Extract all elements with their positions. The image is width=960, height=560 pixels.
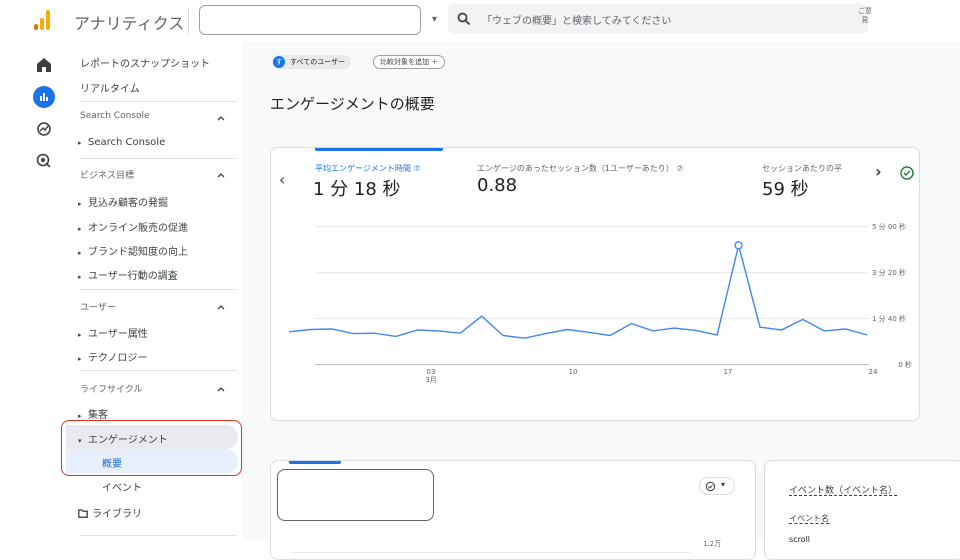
caret-right-icon: ▸ — [78, 331, 82, 339]
nav-library[interactable]: ライブラリ — [78, 505, 142, 520]
title-divider — [188, 8, 189, 34]
feedback-link[interactable]: ご意見 — [858, 7, 872, 25]
nav-user-item-label: テクノロジー — [88, 353, 148, 364]
nav-business-item-label: ブランド認知度の向上 — [88, 247, 188, 258]
folder-icon — [78, 509, 88, 518]
nav-library-label: ライブラリ — [92, 509, 142, 520]
nav-business-item-label: 見込み顧客の発掘 — [88, 198, 168, 209]
card-title-redacted — [277, 469, 434, 521]
home-icon[interactable] — [33, 54, 55, 76]
caret-right-icon: ▸ — [78, 225, 82, 233]
nav-business-item-label: ユーザー行動の調査 — [88, 271, 178, 282]
segment-label: すべてのユーザー — [290, 58, 346, 66]
gridline — [291, 552, 691, 553]
top-bar: アナリティクス ▾ 「ウェブの概要」と検索してみてください ご意見 — [0, 0, 960, 42]
nav-divider — [80, 158, 236, 159]
explore-icon[interactable] — [33, 118, 55, 140]
search-bar[interactable]: 「ウェブの概要」と検索してみてください ご意見 — [448, 4, 872, 34]
nav-user-item-label: ユーザー属性 — [88, 329, 148, 340]
events-card-title[interactable]: イベント数（イベント名） — [789, 483, 897, 496]
highlight-annotation — [61, 420, 242, 476]
app-title: アナリティクス — [74, 14, 185, 33]
caret-right-icon: ▸ — [78, 355, 82, 363]
chevron-up-icon[interactable] — [216, 384, 226, 394]
nav-search-console[interactable]: ▸ Search Console — [78, 137, 165, 148]
nav-user-item[interactable]: ▸ ユーザー属性 — [78, 325, 148, 340]
section-search-console[interactable]: Search Console — [80, 111, 150, 121]
engagement-line-chart[interactable] — [271, 148, 921, 422]
nav-snapshot[interactable]: レポートのスナップショット — [80, 55, 210, 70]
caret-right-icon: ▸ — [78, 139, 82, 147]
section-business[interactable]: ビジネス目標 — [80, 168, 134, 181]
nav-realtime[interactable]: リアルタイム — [80, 80, 140, 95]
nav-business-item[interactable]: ▸ 見込み顧客の発掘 — [78, 194, 168, 209]
highlighted-point[interactable] — [734, 241, 743, 250]
events-column-header[interactable]: イベント名 — [789, 513, 829, 524]
main-content: す すべてのユーザー 比較対象を追加 ＋ エンゲージメントの概要 ‹ 平均エンゲ… — [242, 42, 960, 560]
nav-user-item[interactable]: ▸ テクノロジー — [78, 349, 147, 364]
events-card: イベント数（イベント名） イベント名 scroll — [764, 460, 960, 560]
nav-search-console-label: Search Console — [88, 137, 166, 148]
chevron-up-icon[interactable] — [216, 113, 226, 123]
caret-right-icon: ▸ — [78, 200, 82, 208]
reports-icon[interactable] — [33, 86, 55, 108]
nav-acquisition[interactable]: ▸ 集客 — [78, 406, 108, 421]
chevron-up-icon[interactable] — [216, 170, 226, 180]
page-title: エンゲージメントの概要 — [270, 95, 435, 113]
account-caret-icon[interactable]: ▾ — [432, 14, 437, 25]
add-comparison-button[interactable]: 比較対象を追加 ＋ — [373, 55, 446, 69]
caret-down-icon: ▾ — [721, 480, 726, 489]
analytics-logo[interactable] — [34, 10, 52, 30]
bottom-chart-card: ▾ 1.2万 — [270, 460, 756, 560]
section-lifecycle[interactable]: ライフサイクル — [80, 382, 143, 395]
caret-right-icon: ▸ — [78, 249, 82, 257]
icon-rail — [0, 42, 66, 540]
nav-business-item[interactable]: ▸ オンライン販売の促進 — [78, 219, 188, 234]
y-tick-label: 1.2万 — [703, 540, 722, 548]
nav-events[interactable]: イベント — [102, 479, 142, 494]
engagement-chart-card: ‹ 平均エンゲージメント時間 ⑦ 1 分 18 秒 エンゲージのあったセッション… — [270, 147, 920, 421]
caret-right-icon: ▸ — [78, 273, 82, 281]
segment-avatar-icon: す — [273, 56, 285, 68]
compare-dropdown[interactable]: ▾ — [699, 477, 735, 495]
search-placeholder: 「ウェブの概要」と検索してみてください — [482, 16, 672, 27]
nav-business-item[interactable]: ▸ ユーザー行動の調査 — [78, 267, 178, 282]
nav-divider — [80, 289, 236, 290]
nav-divider — [80, 370, 236, 371]
user-segment-chip[interactable]: す すべてのユーザー — [272, 55, 352, 69]
advertising-icon[interactable] — [33, 150, 55, 172]
nav-divider — [80, 535, 236, 536]
caret-right-icon: ▸ — [78, 412, 82, 420]
nav-business-item-label: オンライン販売の促進 — [88, 223, 188, 234]
account-selector[interactable] — [199, 5, 421, 35]
search-icon — [457, 12, 471, 26]
chevron-up-icon[interactable] — [216, 302, 226, 312]
section-user[interactable]: ユーザー — [80, 300, 116, 313]
nav-business-item[interactable]: ▸ ブランド認知度の向上 — [78, 243, 188, 258]
series-line — [288, 245, 868, 339]
check-circle-icon — [705, 481, 716, 492]
nav-divider — [80, 101, 236, 102]
card-indicator — [289, 461, 341, 464]
